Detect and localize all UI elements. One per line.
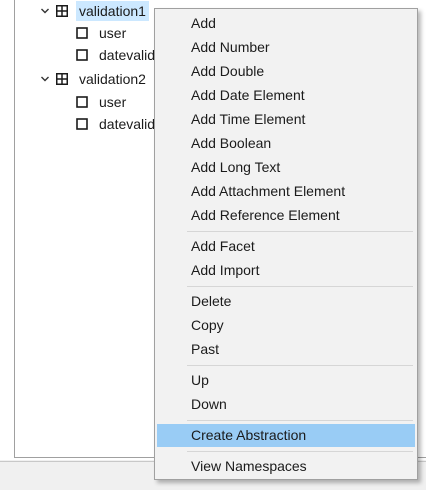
menu-item-add-double[interactable]: Add Double [157,60,415,83]
checkbox-square-icon [76,113,88,135]
tree-node-label[interactable]: validation1 [76,1,149,21]
menu-separator [187,365,413,366]
checkbox-square-icon [76,44,88,66]
tree-node-validation1[interactable]: validation1 [38,0,149,22]
menu-item-add-facet[interactable]: Add Facet [157,235,415,258]
menu-item-copy[interactable]: Copy [157,314,415,337]
menu-item-add-date-element[interactable]: Add Date Element [157,84,415,107]
menu-item-view-namespaces[interactable]: View Namespaces [157,455,415,478]
tree-node-label[interactable]: user [96,23,129,43]
menu-item-add-number[interactable]: Add Number [157,36,415,59]
menu-separator [187,420,413,421]
tree-node-label[interactable]: validation2 [76,69,149,89]
tree-node-user[interactable]: user [76,91,129,113]
tree-node-label[interactable]: user [96,92,129,112]
checkbox-square-icon [76,22,88,44]
menu-item-past[interactable]: Past [157,338,415,361]
checkbox-square-icon [76,91,88,113]
menu-separator [187,286,413,287]
tree-node-validation2[interactable]: validation2 [38,68,149,90]
menu-item-down[interactable]: Down [157,393,415,416]
context-menu: Add Add Number Add Double Add Date Eleme… [154,8,418,480]
menu-separator [187,231,413,232]
menu-item-add-import[interactable]: Add Import [157,259,415,282]
table-grid-icon [56,68,68,90]
menu-item-up[interactable]: Up [157,369,415,392]
menu-item-add-attachment-element[interactable]: Add Attachment Element [157,180,415,203]
menu-item-add-reference-element[interactable]: Add Reference Element [157,204,415,227]
chevron-down-icon[interactable] [38,68,52,90]
tree-node-user[interactable]: user [76,22,129,44]
menu-item-add-long-text[interactable]: Add Long Text [157,156,415,179]
menu-item-add-time-element[interactable]: Add Time Element [157,108,415,131]
chevron-down-icon[interactable] [38,0,52,22]
menu-item-add[interactable]: Add [157,12,415,35]
menu-item-delete[interactable]: Delete [157,290,415,313]
table-grid-icon [56,0,68,22]
menu-separator [187,451,413,452]
tree-border [14,0,15,458]
menu-item-add-boolean[interactable]: Add Boolean [157,132,415,155]
menu-item-create-abstraction[interactable]: Create Abstraction [157,424,415,447]
